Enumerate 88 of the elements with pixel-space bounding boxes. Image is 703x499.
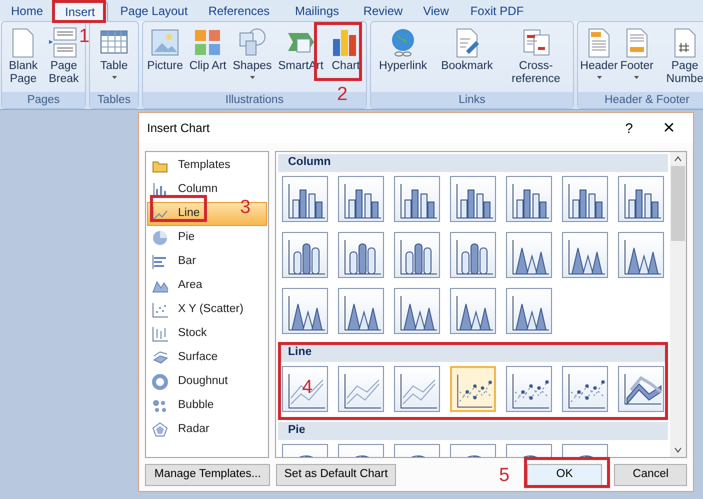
marker-line-chart-thumbnail[interactable] [506, 366, 552, 412]
ribbon-tab[interactable]: Review [356, 1, 410, 21]
cone-chart-thumbnail[interactable] [506, 288, 552, 334]
scatter-chart-icon [152, 302, 168, 318]
column-chart-thumbnail[interactable] [394, 176, 440, 222]
ribbon-chart-thumbnail[interactable] [618, 366, 664, 412]
surface-chart-icon [152, 350, 168, 366]
chart-type-item[interactable]: Surface [147, 346, 267, 370]
radar-chart-icon [152, 422, 168, 438]
step-number: 1 [79, 27, 90, 47]
step-number: 4 [302, 378, 313, 398]
line-chart-icon [152, 206, 168, 222]
bubble-chart-icon [152, 398, 168, 414]
column-chart-thumbnail[interactable] [282, 176, 328, 222]
step-number: 2 [337, 85, 348, 105]
doughnut-chart-icon [152, 374, 168, 390]
cone-chart-thumbnail[interactable] [338, 288, 384, 334]
column-chart-thumbnail[interactable] [562, 176, 608, 222]
stock-chart-icon [152, 326, 168, 342]
cylinder-chart-thumbnail[interactable] [394, 232, 440, 278]
ribbon-tab[interactable]: Foxit PDF [462, 1, 532, 21]
ribbon-button[interactable]: Blank Page [3, 27, 44, 86]
scrollbar-thumb[interactable] [671, 166, 685, 241]
column-chart-thumbnail[interactable] [450, 176, 496, 222]
ribbon-button[interactable]: Shapes [232, 27, 272, 81]
ribbon-button[interactable]: Table [98, 27, 130, 81]
line-chart-thumbnail[interactable] [282, 366, 328, 412]
section-header: Pie [278, 422, 668, 440]
cone-chart-thumbnail[interactable] [562, 232, 608, 278]
help-button[interactable]: ? [609, 118, 649, 138]
ribbon-button[interactable]: Picture [147, 27, 183, 73]
ribbon-button[interactable]: Hyperlink [379, 27, 427, 73]
manage-templates-button[interactable]: Manage Templates... [145, 464, 270, 486]
ribbon-button[interactable]: Page Numbe [656, 27, 703, 86]
column-chart-thumbnail[interactable] [618, 176, 664, 222]
cone-chart-thumbnail[interactable] [394, 288, 440, 334]
cylinder-chart-thumbnail[interactable] [282, 232, 328, 278]
marker-line-chart-thumbnail[interactable] [450, 366, 496, 412]
section-header: Line [278, 344, 668, 362]
ribbon-tab[interactable]: References [200, 1, 278, 21]
ribbon-button[interactable]: Footer [620, 27, 654, 81]
cone-chart-thumbnail[interactable] [282, 288, 328, 334]
column-chart-icon [152, 182, 168, 198]
group-label: Links [371, 92, 573, 108]
cancel-button[interactable]: Cancel [614, 464, 688, 486]
ribbon-button[interactable]: Chart [330, 27, 362, 73]
ribbon-button[interactable]: Clip Art [189, 27, 226, 73]
column-chart-thumbnail[interactable] [506, 176, 552, 222]
step-number: 5 [499, 466, 510, 486]
line-chart-thumbnail[interactable] [394, 366, 440, 412]
chart-type-item[interactable]: Bubble [147, 394, 267, 418]
ribbon-tab[interactable]: Home [4, 1, 50, 21]
chart-type-item[interactable]: Doughnut [147, 370, 267, 394]
chart-type-item[interactable]: Bar [147, 250, 267, 274]
ribbon-button[interactable]: Bookmark [441, 27, 493, 73]
ribbon-tab[interactable]: Page Layout [110, 1, 198, 21]
group-label: Tables [90, 92, 138, 108]
scrollbar[interactable] [670, 152, 686, 457]
chart-type-item[interactable]: Radar [147, 418, 267, 442]
marker-line-chart-thumbnail[interactable] [562, 366, 608, 412]
chart-type-item[interactable]: Stock [147, 322, 267, 346]
ribbon-button[interactable]: Header [580, 27, 618, 81]
dialog-title: Insert Chart [147, 120, 211, 137]
cylinder-chart-thumbnail[interactable] [450, 232, 496, 278]
highlight-frame [52, 0, 106, 23]
line-chart-thumbnail[interactable] [338, 366, 384, 412]
ok-button[interactable]: OK [526, 464, 602, 486]
landscape-icon [149, 27, 182, 58]
group-label: Header & Footer [578, 92, 703, 108]
column-chart-thumbnail[interactable] [338, 176, 384, 222]
chart-type-item[interactable]: Templates [147, 154, 267, 178]
set-default-button[interactable]: Set as Default Chart [276, 464, 396, 486]
cone-chart-thumbnail[interactable] [618, 232, 664, 278]
cone-chart-thumbnail[interactable] [506, 232, 552, 278]
cone-chart-thumbnail[interactable] [450, 288, 496, 334]
close-button[interactable]: × [649, 118, 689, 138]
cylinder-chart-thumbnail[interactable] [338, 232, 384, 278]
highlight-frame [150, 195, 207, 222]
group-label: Pages [2, 92, 85, 108]
ribbon-tab[interactable]: Mailings [280, 1, 354, 21]
ribbon-tab[interactable]: View [412, 1, 460, 21]
ribbon-button[interactable]: Cross-reference [506, 27, 565, 86]
bar-chart-icon [152, 254, 168, 270]
chart-type-item[interactable]: Area [147, 274, 267, 298]
chart-type-item[interactable]: X Y (Scatter) [147, 298, 267, 322]
pie-chart-icon [152, 230, 168, 246]
chart-type-item[interactable]: Pie [147, 226, 267, 250]
section-header: Column [278, 154, 668, 172]
